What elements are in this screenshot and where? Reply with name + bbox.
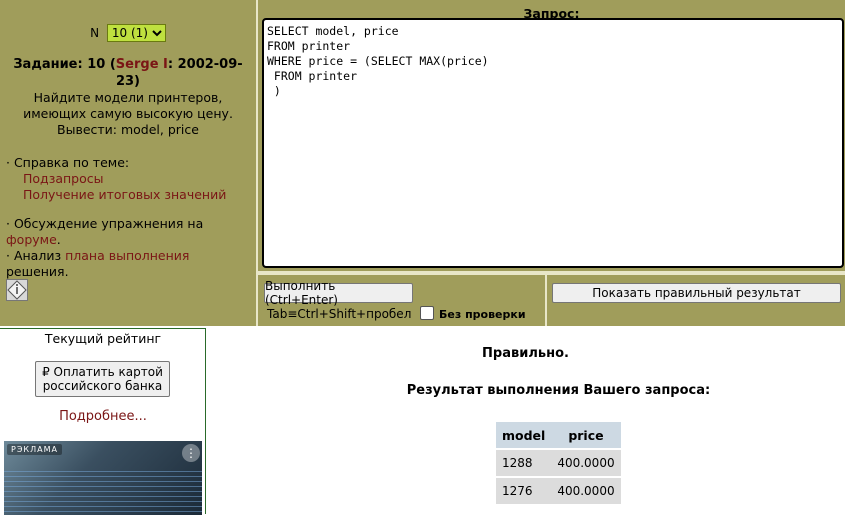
result-table: model price 1288 400.0000 1276 400.0000 — [496, 420, 621, 506]
exercise-select[interactable]: 10 (1) — [106, 24, 166, 42]
query-panel: Запрос: SELECT model, price FROM printer… — [258, 0, 845, 326]
forum-link[interactable]: форуме — [6, 232, 57, 247]
cell-price: 400.0000 — [551, 478, 621, 504]
task-text: Найдите модели принтеров, имеющих самую … — [23, 90, 233, 137]
ad-image — [4, 471, 202, 515]
exercise-selector-row: N 10 (1) — [0, 24, 256, 42]
selector-label: N — [90, 26, 100, 40]
plan-text: · Анализ — [6, 248, 62, 263]
more-options-icon[interactable]: ⋮ — [182, 444, 200, 462]
rating-box: Текущий рейтинг ₽ Оплатить картой российс… — [0, 328, 206, 515]
table-row: 1276 400.0000 — [496, 478, 621, 504]
result-status: Правильно. — [482, 346, 569, 361]
task-title: Задание: 10 (Serge I: 2002-09-23) — [13, 57, 243, 89]
help-section: · Справка по теме: Подзапросы Получение … — [6, 155, 252, 203]
ad-banner[interactable]: РЭКЛАМА ⋮ — [4, 441, 202, 515]
task-description: Задание: 10 (Serge I: 2002-09-23) Найдит… — [4, 56, 252, 138]
column-header-price: price — [551, 422, 621, 448]
execute-button[interactable]: Выполнить (Ctrl+Enter) — [264, 279, 413, 307]
help-title: · Справка по теме: — [6, 155, 130, 170]
plan-text-end: решения. — [6, 264, 69, 279]
cell-price: 400.0000 — [551, 450, 621, 476]
cell-model: 1276 — [496, 478, 552, 504]
plan-link[interactable]: плана выполнения — [65, 248, 189, 263]
table-header-row: model price — [496, 422, 621, 448]
help-link-subqueries[interactable]: Подзапросы — [6, 171, 252, 187]
panel-divider-horizontal — [258, 271, 845, 275]
column-header-model: model — [496, 422, 552, 448]
no-check-label: Без проверки — [439, 308, 526, 321]
controls-divider — [545, 275, 547, 326]
pay-card-button[interactable]: ₽ Оплатить картой российского банка — [35, 361, 170, 397]
rating-title: Текущий рейтинг — [44, 331, 162, 346]
show-result-button[interactable]: Показать правильный результат — [552, 283, 841, 303]
author-link[interactable]: Serge I — [116, 57, 168, 72]
task-panel: N 10 (1) Задание: 10 (Serge I: 2002-09-2… — [0, 0, 256, 326]
result-heading: Результат выполнения Вашего запроса: — [406, 383, 711, 398]
help-link-aggregates[interactable]: Получение итоговых значений — [6, 187, 252, 203]
more-link[interactable]: Подробнее... — [0, 409, 206, 424]
forum-text: · Обсуждение упражнения на — [6, 216, 204, 231]
table-row: 1288 400.0000 — [496, 450, 621, 476]
cell-model: 1288 — [496, 450, 552, 476]
info-diamond-icon[interactable] — [6, 279, 28, 301]
tab-hint: Tab≡Ctrl+Shift+пробел — [267, 307, 412, 321]
ad-label: РЭКЛАМА — [7, 444, 62, 455]
query-editor[interactable]: SELECT model, price FROM printer WHERE p… — [262, 18, 844, 268]
no-check-checkbox[interactable] — [420, 306, 434, 320]
forum-section: · Обсуждение упражнения на форуме. · Ана… — [6, 216, 204, 279]
